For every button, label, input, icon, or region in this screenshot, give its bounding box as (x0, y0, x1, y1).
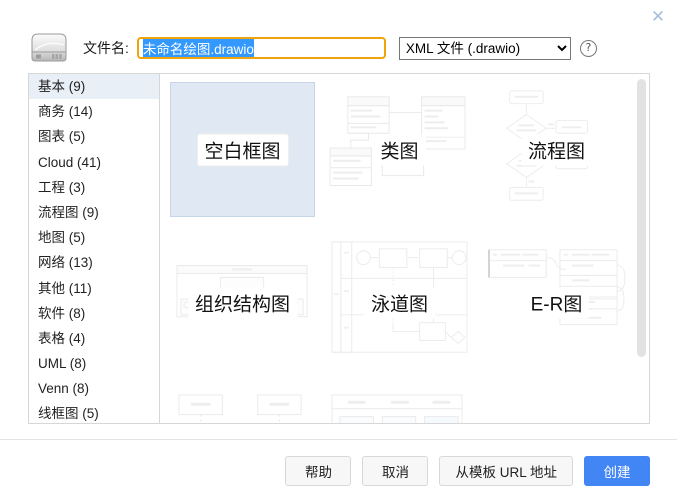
template-label: 泳道图 (363, 287, 436, 318)
scrollbar-thumb[interactable] (637, 79, 646, 357)
template-label: E-R图 (523, 287, 590, 318)
category-item-business[interactable]: 商务 (14) (29, 99, 159, 124)
category-item-flowchart[interactable]: 流程图 (9) (29, 200, 159, 225)
category-item-charts[interactable]: 图表 (5) (29, 124, 159, 149)
template-tile-org-chart[interactable]: 组织结构图 (170, 235, 315, 370)
mockup-thumbnail (328, 389, 471, 423)
dialog-footer: 帮助 取消 从模板 URL 地址 创建 (0, 439, 677, 501)
template-tile-er-diagram[interactable]: E-R图 (484, 235, 629, 370)
template-scrollbar[interactable] (637, 78, 646, 421)
template-scroll-area: 空白框图 类图 流程图 组织结构图 泳道图 E-R图 (160, 74, 649, 423)
category-item-cloud[interactable]: Cloud (41) (29, 150, 159, 175)
category-list[interactable]: 基本 (9) 商务 (14) 图表 (5) Cloud (41) 工程 (3) … (28, 73, 160, 424)
category-item-other[interactable]: 其他 (11) (29, 276, 159, 301)
category-item-tables[interactable]: 表格 (4) (29, 326, 159, 351)
close-icon[interactable]: ✕ (648, 7, 668, 27)
filetype-select[interactable]: XML 文件 (.drawio) (398, 36, 571, 60)
hard-drive-icon (27, 31, 71, 65)
template-label: 类图 (373, 134, 426, 165)
cancel-button[interactable]: 取消 (362, 455, 429, 486)
template-label: 流程图 (520, 134, 593, 165)
category-item-uml[interactable]: UML (8) (29, 351, 159, 376)
filename-label: 文件名: (83, 40, 129, 56)
category-item-software[interactable]: 软件 (8) (29, 301, 159, 326)
category-item-engineering[interactable]: 工程 (3) (29, 175, 159, 200)
help-button[interactable]: 帮助 (285, 455, 352, 486)
category-item-venn[interactable]: Venn (8) (29, 376, 159, 401)
template-panel: 空白框图 类图 流程图 组织结构图 泳道图 E-R图 (160, 73, 650, 424)
sequence-diagram-thumbnail (171, 389, 314, 423)
template-label: 空白框图 (197, 134, 288, 165)
template-tile-swimlane[interactable]: 泳道图 (327, 235, 472, 370)
help-circle-icon[interactable]: ? (579, 39, 597, 57)
template-tile-blank[interactable]: 空白框图 (170, 82, 315, 217)
filename-row: 文件名: XML 文件 (.drawio) ? (27, 28, 657, 68)
category-item-wireframe[interactable]: 线框图 (5) (29, 401, 159, 423)
filename-input[interactable] (136, 37, 386, 59)
template-tile-mockup[interactable] (327, 388, 472, 423)
template-label: 组织结构图 (187, 287, 298, 318)
template-tile-flowchart[interactable]: 流程图 (484, 82, 629, 217)
category-item-network[interactable]: 网络 (13) (29, 250, 159, 275)
create-button[interactable]: 创建 (584, 455, 650, 486)
template-tile-class-diagram[interactable]: 类图 (327, 82, 472, 217)
category-item-maps[interactable]: 地图 (5) (29, 225, 159, 250)
template-url-button[interactable]: 从模板 URL 地址 (439, 455, 573, 486)
template-tile-sequence[interactable] (170, 388, 315, 423)
category-item-basic[interactable]: 基本 (9) (29, 74, 159, 100)
dialog-body: 基本 (9) 商务 (14) 图表 (5) Cloud (41) 工程 (3) … (28, 73, 650, 424)
template-grid: 空白框图 类图 流程图 组织结构图 泳道图 E-R图 (170, 82, 644, 423)
